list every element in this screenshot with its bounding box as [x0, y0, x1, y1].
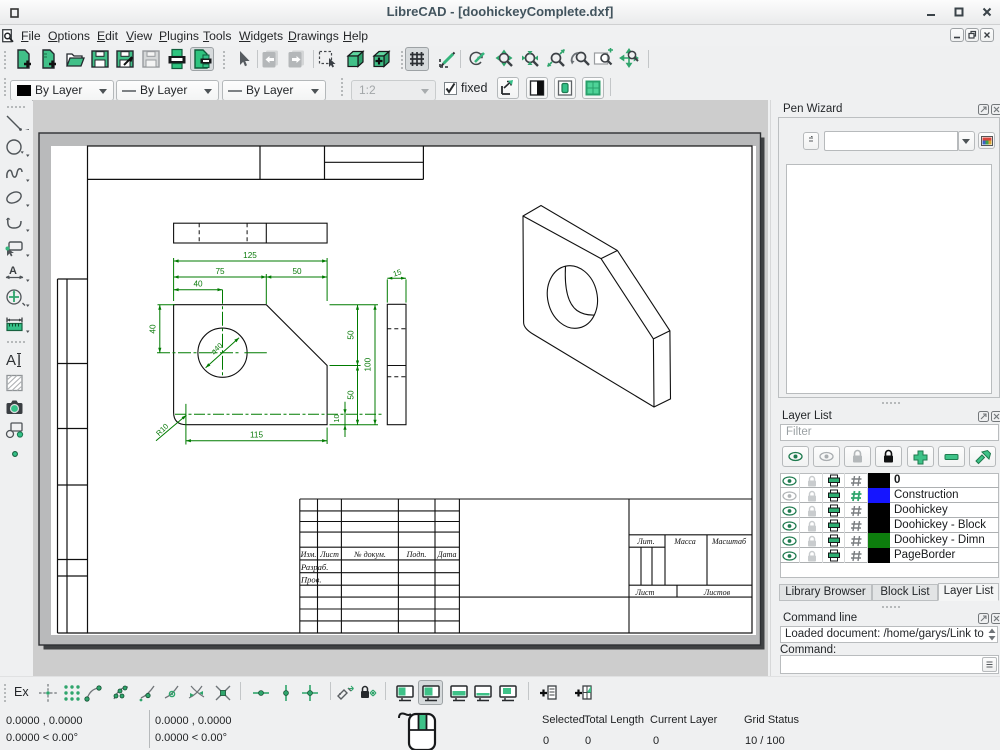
svg-text:Масса: Масса [673, 537, 695, 546]
svg-text:115: 115 [250, 431, 263, 440]
svg-text:Подп.: Подп. [406, 550, 427, 559]
svg-text:Лит.: Лит. [636, 537, 654, 546]
svg-text:Лист: Лист [635, 588, 655, 597]
svg-text:Пров.: Пров. [300, 575, 321, 585]
svg-text:50: 50 [347, 330, 356, 340]
svg-text:75: 75 [215, 267, 225, 276]
svg-text:A: A [6, 352, 16, 369]
svg-text:№ докум.: № докум. [353, 550, 386, 559]
svg-text:Масштаб: Масштаб [711, 537, 747, 546]
svg-text:Изм.: Изм. [300, 550, 317, 559]
svg-text:40: 40 [149, 324, 158, 334]
svg-text:50: 50 [292, 267, 302, 276]
svg-text:Разраб.: Разраб. [300, 562, 328, 572]
svg-text:50: 50 [347, 390, 356, 400]
svg-text:125: 125 [243, 251, 257, 260]
svg-text:Дата: Дата [437, 550, 457, 559]
svg-text:100: 100 [364, 357, 373, 371]
svg-text:A: A [9, 265, 17, 277]
svg-text:10: 10 [332, 414, 341, 422]
svg-text:Лист: Лист [319, 550, 339, 559]
svg-text:40: 40 [193, 280, 203, 289]
svg-text:Листов: Листов [703, 588, 731, 597]
